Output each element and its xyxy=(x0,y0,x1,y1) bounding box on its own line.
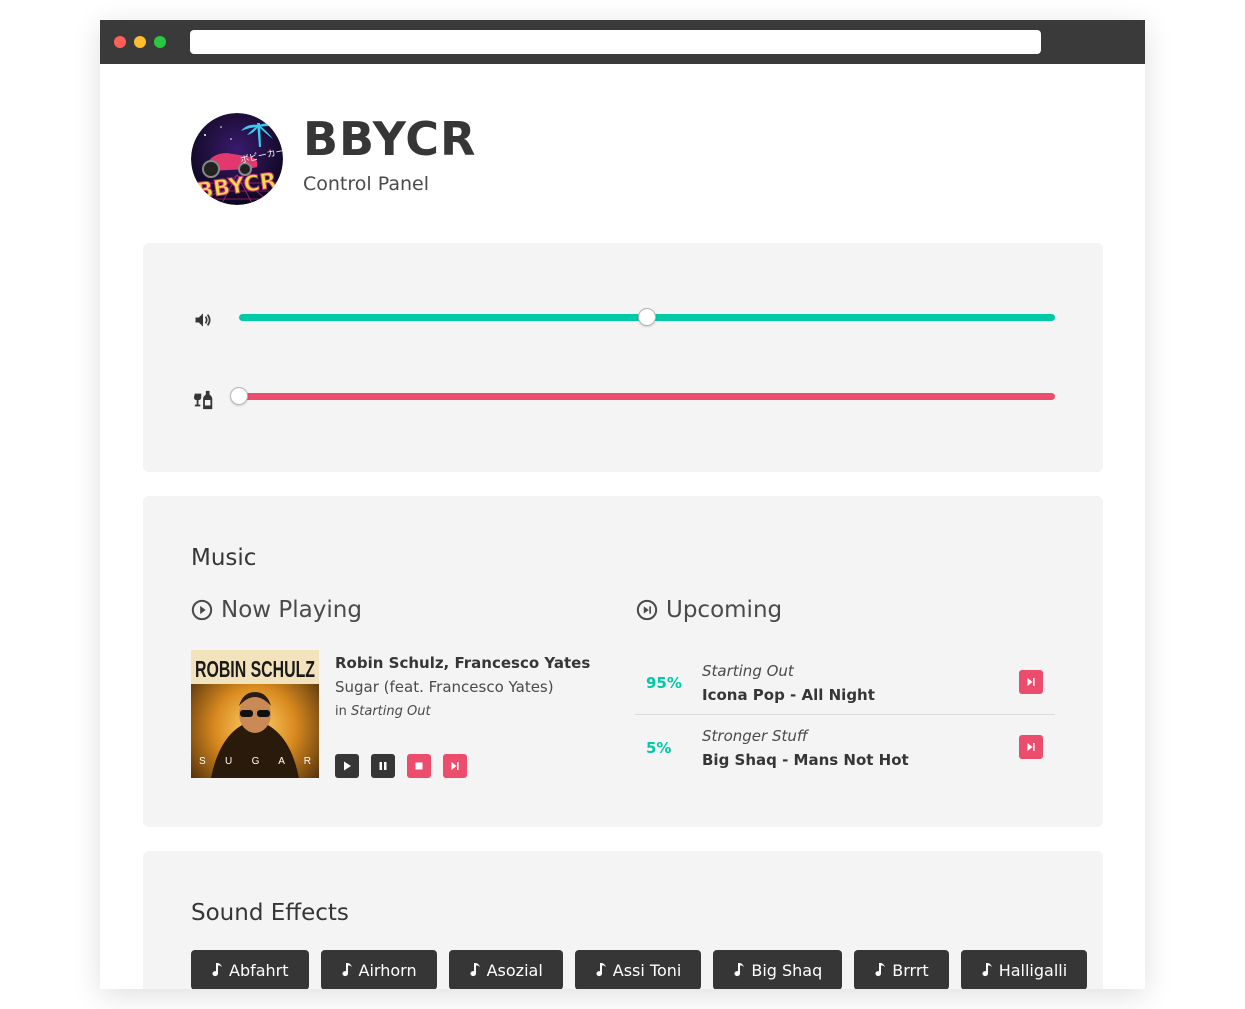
playlist-name: Starting Out xyxy=(351,704,431,719)
music-note-icon xyxy=(469,963,480,977)
minimize-window-button[interactable] xyxy=(134,36,146,48)
now-playing-song: Sugar (feat. Francesco Yates) xyxy=(335,678,554,696)
stop-button[interactable] xyxy=(407,754,431,778)
upcoming-percent: 95% xyxy=(646,674,682,692)
skip-button[interactable] xyxy=(443,754,467,778)
upcoming-label: Upcoming xyxy=(666,597,783,623)
play-icon xyxy=(344,761,351,771)
pause-icon xyxy=(379,762,387,770)
page-title: BBYCR xyxy=(303,112,477,166)
sound-effect-label: Assi Toni xyxy=(612,960,682,980)
sound-effect-label: Abfahrt xyxy=(229,960,289,980)
sound-effect-label: Asozial xyxy=(486,960,543,980)
music-note-icon xyxy=(596,963,606,977)
music-note-icon xyxy=(341,963,352,977)
play-circle-icon xyxy=(191,599,213,621)
browser-window: ボビーカー BBYCR BBYCR Control Panel Music No… xyxy=(100,20,1145,989)
upcoming-heading: Upcoming xyxy=(636,597,782,623)
sound-effects-panel: Sound Effects Abfahrt Airhorn Asozial As… xyxy=(143,851,1103,989)
skip-icon xyxy=(1027,743,1035,751)
sliders-panel xyxy=(143,243,1103,472)
pause-button[interactable] xyxy=(371,754,395,778)
upcoming-playlist: Starting Out xyxy=(702,662,794,680)
upcoming-item: 5% Stronger Stuff Big Shaq - Mans Not Ho… xyxy=(635,715,1055,780)
upcoming-song: Big Shaq - Mans Not Hot xyxy=(702,751,909,769)
upcoming-item: 95% Starting Out Icona Pop - All Night xyxy=(635,650,1055,715)
upcoming-percent: 5% xyxy=(646,739,672,757)
maximize-window-button[interactable] xyxy=(154,36,166,48)
sound-effect-button[interactable]: Assi Toni xyxy=(574,950,702,989)
volume-slider[interactable] xyxy=(239,308,1055,326)
upcoming-song: Icona Pop - All Night xyxy=(702,686,875,704)
sound-effect-button[interactable]: Halligalli xyxy=(960,950,1088,989)
playlist-in-label: in xyxy=(335,704,347,719)
music-note-icon xyxy=(875,963,886,977)
volume-slider-thumb[interactable] xyxy=(638,308,656,326)
sound-effect-label: Airhorn xyxy=(358,960,417,980)
play-button[interactable] xyxy=(335,754,359,778)
browser-titlebar xyxy=(100,20,1145,64)
sound-effect-label: Big Shaq xyxy=(751,960,823,980)
album-cover: ROBIN SCHULZ S U G A R xyxy=(191,650,319,778)
now-playing-label: Now Playing xyxy=(221,597,362,623)
sound-effect-button[interactable]: Airhorn xyxy=(320,950,437,989)
skip-circle-icon xyxy=(636,599,658,621)
skip-icon xyxy=(1027,678,1035,686)
page-subtitle: Control Panel xyxy=(303,173,429,195)
music-panel: Music Now Playing ROBIN SCHULZ S U G A R… xyxy=(143,496,1103,827)
sound-effect-label: Brrrt xyxy=(892,960,929,980)
close-window-button[interactable] xyxy=(114,36,126,48)
sound-effects-list: Abfahrt Airhorn Asozial Assi Toni Big Sh… xyxy=(191,950,1088,989)
music-note-icon xyxy=(212,963,222,977)
sound-effect-button[interactable]: Brrrt xyxy=(854,950,949,989)
album-artist-text: ROBIN SCHULZ xyxy=(195,656,315,682)
music-note-icon xyxy=(734,963,745,977)
sound-effects-title: Sound Effects xyxy=(191,900,349,926)
drunk-slider[interactable] xyxy=(230,387,1055,405)
bbycr-logo: ボビーカー BBYCR xyxy=(191,113,283,205)
skip-icon xyxy=(451,762,459,770)
stop-icon xyxy=(415,762,423,770)
sound-effect-button[interactable]: Abfahrt xyxy=(191,950,309,989)
sound-effect-button[interactable]: Asozial xyxy=(448,950,563,989)
drunk-slider-thumb[interactable] xyxy=(230,387,248,405)
volume-icon xyxy=(193,310,217,334)
upcoming-skip-button[interactable] xyxy=(1019,735,1043,759)
upcoming-skip-button[interactable] xyxy=(1019,670,1043,694)
music-title: Music xyxy=(191,545,257,571)
address-bar[interactable] xyxy=(190,30,1041,54)
upcoming-playlist: Stronger Stuff xyxy=(702,727,808,745)
now-playing-artist: Robin Schulz, Francesco Yates xyxy=(335,654,591,672)
now-playing-playlist: in Starting Out xyxy=(335,704,431,719)
sound-effect-label: Halligalli xyxy=(998,960,1068,980)
sound-effect-button[interactable]: Big Shaq xyxy=(713,950,843,989)
album-title-text: S U G A R xyxy=(199,756,311,767)
now-playing-heading: Now Playing xyxy=(191,597,362,623)
music-note-icon xyxy=(982,963,992,977)
bottle-glass-icon xyxy=(193,389,217,413)
